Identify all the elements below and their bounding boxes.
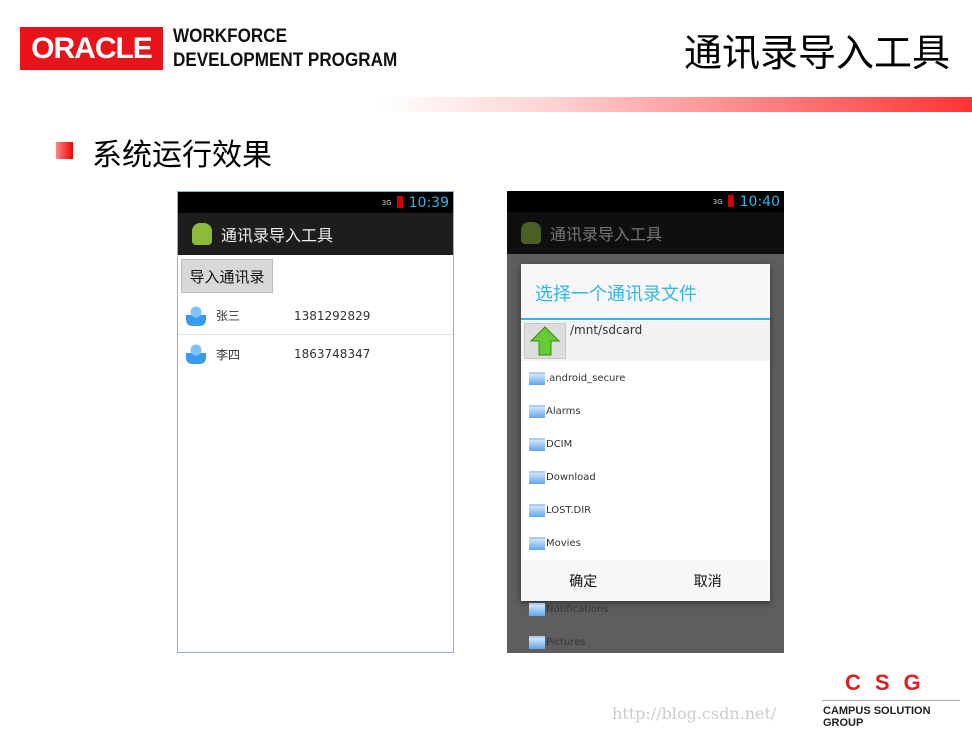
file-name: LOST.DIR — [546, 505, 592, 516]
file-item[interactable]: .android_secure — [521, 362, 646, 395]
cancel-button[interactable]: 取消 — [646, 560, 771, 601]
battery-icon — [396, 196, 403, 208]
android-app-icon — [521, 222, 541, 244]
file-name: Pictures — [546, 637, 586, 648]
action-bar: 通讯录导入工具 — [178, 213, 453, 255]
contact-name: 张三 — [216, 309, 241, 323]
file-item[interactable]: Pictures — [521, 626, 646, 653]
folder-icon — [529, 537, 545, 550]
slide-title: 通讯录导入工具 — [683, 31, 950, 75]
import-contacts-button[interactable]: 导入通讯录 — [181, 259, 273, 293]
person-icon — [186, 344, 206, 364]
clock: 10:39 — [408, 195, 449, 211]
file-grid: .android_secure Alarms DCIM Download LOST.DI… — [521, 362, 770, 653]
folder-icon — [529, 636, 545, 649]
contact-row[interactable]: 张三 1381292829 — [178, 297, 453, 335]
app-title: 通讯录导入工具 — [221, 226, 334, 245]
file-name: Alarms — [546, 406, 581, 417]
folder-icon — [529, 438, 545, 451]
bullet-icon — [56, 142, 73, 159]
folder-icon — [529, 405, 545, 418]
folder-icon — [529, 471, 545, 484]
action-bar: 通讯录导入工具 — [507, 212, 784, 254]
file-name: .android_secure — [546, 373, 626, 384]
contact-name: 李四 — [216, 347, 241, 362]
contact-phone: 1863748347 — [294, 347, 371, 361]
folder-icon — [529, 504, 545, 517]
footer-divider — [822, 700, 960, 701]
file-item[interactable]: LOST.DIR — [521, 494, 646, 527]
folder-icon — [529, 603, 545, 616]
status-bar: 3G 10:39 — [178, 192, 453, 213]
file-name: Movies — [546, 538, 581, 549]
file-item[interactable]: DCIM — [521, 428, 646, 461]
dialog-title: 选择一个通讯录文件 — [521, 264, 770, 320]
path-row: /mnt/sdcard — [521, 321, 770, 361]
section-title: 系统运行效果 — [92, 138, 272, 173]
file-item[interactable]: Movies — [521, 527, 646, 560]
phone-screen-main: 3G 10:39 通讯录导入工具 导入通讯录 张三 1381292829 李四 186… — [177, 191, 454, 653]
program-line1: WORKFORCE — [173, 26, 287, 47]
status-bar: 3G 10:40 — [507, 191, 784, 212]
phone-screen-dialog: 3G 10:40 通讯录导入工具 选择一个通讯录文件 /mnt/sdcard .a… — [507, 191, 784, 653]
header-divider — [380, 97, 972, 112]
file-chooser-dialog: 选择一个通讯录文件 /mnt/sdcard .android_secure Ala… — [521, 264, 770, 649]
signal-icon: 3G — [712, 198, 723, 206]
arrow-up-icon — [530, 326, 560, 356]
up-directory-button[interactable] — [524, 323, 566, 359]
dialog-buttons: 确定 取消 — [521, 560, 770, 601]
csg-logo: CSG — [845, 670, 935, 695]
signal-icon: 3G — [381, 199, 392, 207]
program-name: WORKFORCE DEVELOPMENT PROGRAM — [173, 25, 397, 73]
file-item[interactable]: Alarms — [521, 395, 646, 428]
folder-icon — [529, 372, 545, 385]
app-title: 通讯录导入工具 — [550, 225, 663, 244]
file-name: Notifications — [546, 604, 609, 615]
file-item[interactable]: Download — [521, 461, 646, 494]
oracle-logo: ORACLE — [20, 27, 163, 70]
watermark: http://blog.csdn.net/ — [612, 704, 777, 723]
current-path: /mnt/sdcard — [570, 323, 643, 337]
file-name: DCIM — [546, 439, 573, 450]
program-line2: DEVELOPMENT PROGRAM — [173, 50, 398, 71]
person-icon — [186, 305, 206, 326]
contact-phone: 1381292829 — [294, 308, 371, 323]
ok-button[interactable]: 确定 — [521, 560, 646, 601]
file-name: Download — [546, 472, 596, 483]
clock: 10:40 — [739, 194, 780, 210]
battery-icon — [727, 195, 734, 207]
csg-group-name: CAMPUS SOLUTION GROUP — [823, 705, 931, 729]
android-app-icon — [192, 223, 212, 245]
contact-row[interactable]: 李四 1863748347 — [178, 335, 453, 373]
